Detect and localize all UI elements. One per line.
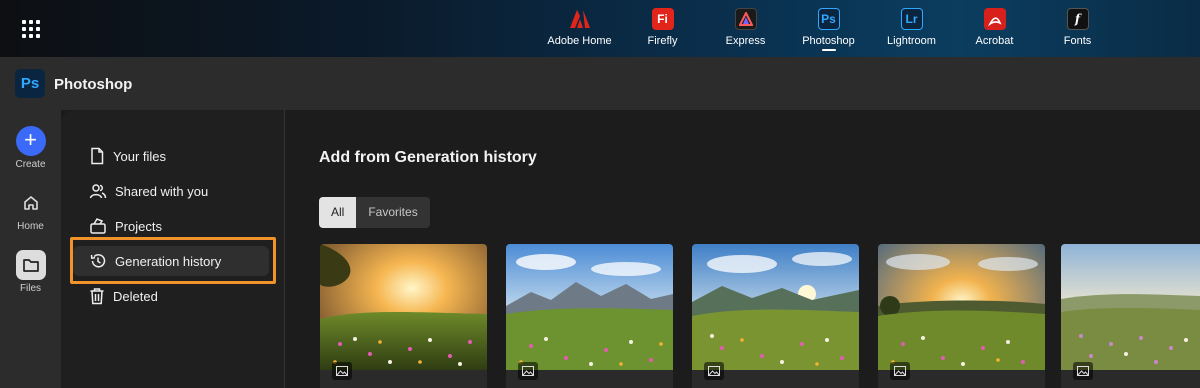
tab-all[interactable]: All [319,197,357,228]
meadow-image [506,244,673,370]
generation-thumbnail[interactable] [506,244,673,388]
firefly-icon: Fi [651,8,674,30]
meadow-image [1061,244,1200,370]
highlight-box [70,237,276,284]
image-type-icon [518,362,538,380]
nav-your-files[interactable]: Your files [73,141,269,171]
photoshop-logo: Ps [15,69,45,98]
nav-shared-with-you[interactable]: Shared with you [73,176,269,206]
generation-thumbnail[interactable] [320,244,487,388]
projects-icon [90,218,106,234]
active-app-indicator [821,49,836,51]
meadow-image [320,244,487,370]
users-icon [89,184,107,199]
app-grid-icon[interactable] [22,20,40,38]
app-title: Photoshop [54,76,133,93]
generation-thumbnail[interactable] [878,244,1045,388]
image-type-icon [332,362,352,380]
nav-deleted[interactable]: Deleted [73,281,269,311]
generation-thumbnail[interactable] [1061,244,1200,388]
plus-icon[interactable]: + [15,126,46,156]
rail-home[interactable]: Home [0,188,61,232]
meadow-image [692,244,859,370]
adobe-icon [569,8,591,30]
lightroom-icon: Lr [900,8,923,30]
filter-tabs: All Favorites [319,197,430,228]
page-title: Add from Generation history [319,149,537,166]
image-type-icon [890,362,910,380]
app-photoshop[interactable]: Ps Photoshop [787,8,870,52]
app-lightroom[interactable]: Lr Lightroom [870,8,953,52]
app-firefly[interactable]: Fi Firefly [621,8,704,52]
file-icon [91,147,104,165]
app-acrobat[interactable]: Acrobat [953,8,1036,52]
rail-files[interactable]: Files [0,250,61,294]
tab-favorites[interactable]: Favorites [356,197,430,228]
fonts-icon: f [1066,8,1089,30]
rail-create[interactable]: + Create [0,126,61,170]
trash-icon [90,288,104,305]
image-type-icon [704,362,724,380]
acrobat-icon [983,8,1006,30]
left-rail: + Create Home Files [0,110,61,388]
image-type-icon [1073,362,1093,380]
main-content: Add from Generation history All Favorite… [286,110,1200,388]
app-switcher-bar: Adobe Home Fi Firefly Express Ps Photosh… [0,0,1200,57]
meadow-image [878,244,1045,370]
express-icon [734,8,757,30]
app-adobe-home[interactable]: Adobe Home [538,8,621,52]
home-icon[interactable] [16,188,46,218]
app-header: Ps Photoshop [0,57,1200,110]
folder-icon[interactable] [15,250,46,280]
photoshop-icon: Ps [817,8,840,30]
app-express[interactable]: Express [704,8,787,52]
generation-thumbnail[interactable] [692,244,859,388]
app-fonts[interactable]: f Fonts [1036,8,1119,52]
